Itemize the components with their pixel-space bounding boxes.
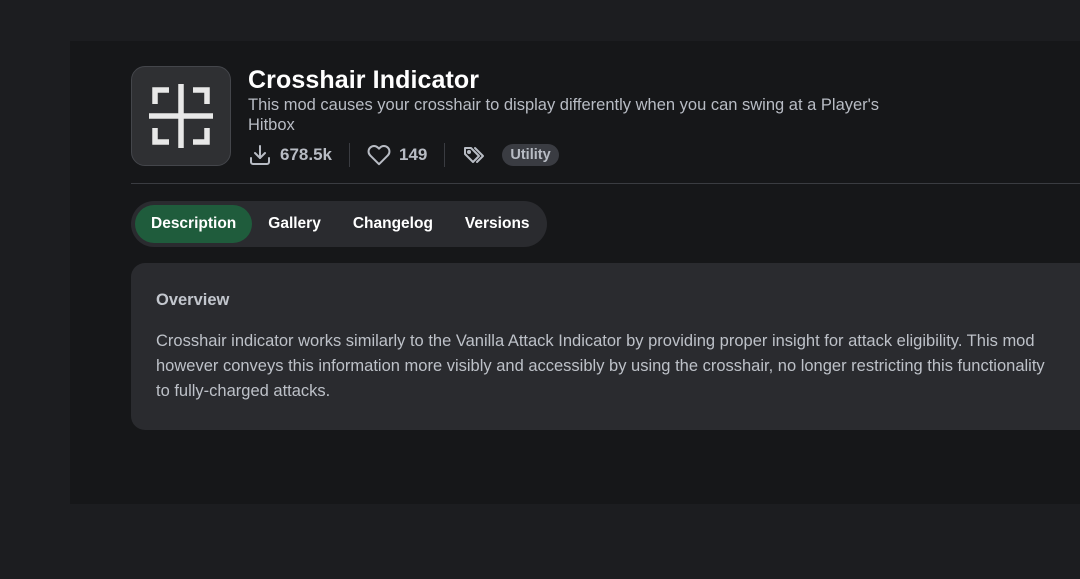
tab-gallery[interactable]: Gallery — [252, 205, 337, 243]
follows-stat[interactable]: 149 — [367, 143, 427, 167]
follows-count: 149 — [399, 145, 428, 164]
project-tabs: Description Gallery Changelog Versions — [131, 201, 547, 247]
project-logo — [131, 66, 231, 166]
description-card: Overview Crosshair indicator works simil… — [131, 263, 1080, 430]
download-icon — [250, 145, 270, 165]
crosshair-logo-icon — [149, 84, 213, 148]
tab-versions[interactable]: Versions — [449, 205, 546, 243]
downloads-count: 678.5k — [280, 145, 332, 164]
overview-heading: Overview — [156, 291, 230, 309]
downloads-stat: 678.5k — [248, 143, 332, 167]
project-title: Crosshair Indicator — [248, 66, 480, 94]
overview-text: Crosshair indicator works similarly to t… — [156, 332, 1045, 400]
stats-divider — [349, 143, 350, 167]
tag-badge[interactable]: Utility — [502, 144, 559, 166]
project-stats: 678.5k 149 Utility — [248, 142, 559, 168]
heart-icon — [367, 145, 391, 166]
tab-description[interactable]: Description — [135, 205, 253, 243]
project-panel: Crosshair Indicator This mod causes your… — [70, 41, 1080, 504]
tab-changelog[interactable]: Changelog — [337, 205, 449, 243]
project-summary: This mod causes your crosshair to displa… — [248, 96, 880, 134]
stats-divider — [444, 143, 446, 167]
tags-icon — [464, 147, 485, 163]
header-divider — [131, 183, 1080, 184]
tags-stat: Utility — [462, 143, 559, 167]
